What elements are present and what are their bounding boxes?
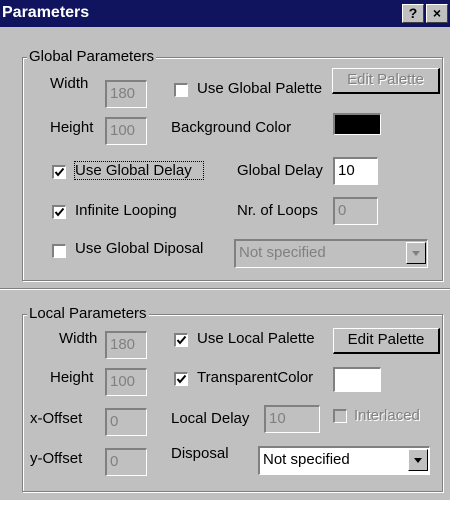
use-global-disposal-checkbox[interactable] — [52, 244, 66, 258]
nr-of-loops-label: Nr. of Loops — [237, 202, 318, 219]
local-height-field[interactable]: 100 — [105, 368, 147, 396]
chevron-down-icon[interactable] — [406, 242, 426, 264]
use-global-disposal-label[interactable]: Use Global Diposal — [75, 240, 203, 257]
local-disposal-value: Not specified — [263, 451, 350, 468]
local-delay-label: Local Delay — [171, 410, 250, 427]
infinite-looping-checkbox[interactable] — [52, 205, 66, 219]
global-parameters-title: Global Parameters — [27, 48, 157, 65]
use-global-delay-label[interactable]: Use Global Delay — [74, 161, 204, 180]
global-disposal-value: Not specified — [239, 244, 326, 261]
transparent-color-label[interactable]: TransparentColor — [197, 369, 313, 386]
checkmark-icon — [54, 207, 65, 217]
global-height-label: Height — [50, 119, 94, 136]
global-disposal-dropdown[interactable]: Not specified — [234, 239, 428, 268]
transparent-color-swatch[interactable] — [333, 367, 381, 392]
global-width-label: Width — [50, 75, 89, 92]
parameters-dialog: Parameters ? × Global Parameters Width 1… — [0, 0, 450, 500]
close-button[interactable]: × — [426, 4, 448, 23]
local-width-label: Width — [59, 330, 98, 347]
background-color-swatch[interactable] — [333, 113, 381, 135]
x-offset-label: x-Offset — [30, 410, 83, 427]
global-height-field[interactable]: 100 — [105, 117, 147, 145]
use-global-palette-checkbox[interactable] — [174, 83, 188, 97]
local-disposal-label: Disposal — [171, 445, 229, 462]
help-button[interactable]: ? — [402, 4, 424, 23]
use-local-palette-label[interactable]: Use Local Palette — [197, 330, 315, 347]
global-delay-label: Global Delay — [237, 162, 323, 179]
y-offset-label: y-Offset — [30, 450, 83, 467]
y-offset-field[interactable]: 0 — [105, 448, 147, 476]
chevron-down-icon[interactable] — [408, 449, 428, 471]
dialog-title: Parameters — [2, 4, 90, 21]
interlaced-checkbox[interactable] — [333, 409, 347, 423]
checkmark-icon — [176, 335, 187, 345]
infinite-looping-label[interactable]: Infinite Looping — [75, 202, 202, 219]
background-color-label: Background Color — [171, 119, 292, 136]
local-parameters-title: Local Parameters — [27, 305, 149, 322]
x-offset-field[interactable]: 0 — [105, 408, 147, 436]
nr-of-loops-field[interactable]: 0 — [333, 197, 378, 225]
interlaced-label[interactable]: Interlaced — [354, 407, 420, 424]
checkmark-icon — [176, 374, 187, 384]
global-edit-palette-button[interactable]: Edit Palette — [332, 68, 440, 94]
section-divider — [0, 288, 450, 290]
transparent-color-checkbox[interactable] — [174, 372, 188, 386]
title-bar[interactable]: Parameters ? × — [0, 0, 450, 27]
use-global-delay-checkbox[interactable] — [52, 165, 66, 179]
use-local-palette-checkbox[interactable] — [174, 333, 188, 347]
dialog-body: Global Parameters Width 180 Use Global P… — [0, 27, 450, 500]
checkmark-icon — [54, 167, 65, 177]
local-disposal-dropdown[interactable]: Not specified — [258, 446, 430, 475]
local-height-label: Height — [50, 369, 94, 386]
global-delay-field[interactable]: 10 — [333, 157, 378, 185]
local-edit-palette-button[interactable]: Edit Palette — [333, 328, 440, 354]
use-global-palette-label[interactable]: Use Global Palette — [197, 80, 322, 97]
local-delay-field[interactable]: 10 — [264, 405, 320, 433]
local-width-field[interactable]: 180 — [105, 331, 147, 359]
global-width-field[interactable]: 180 — [105, 80, 147, 108]
